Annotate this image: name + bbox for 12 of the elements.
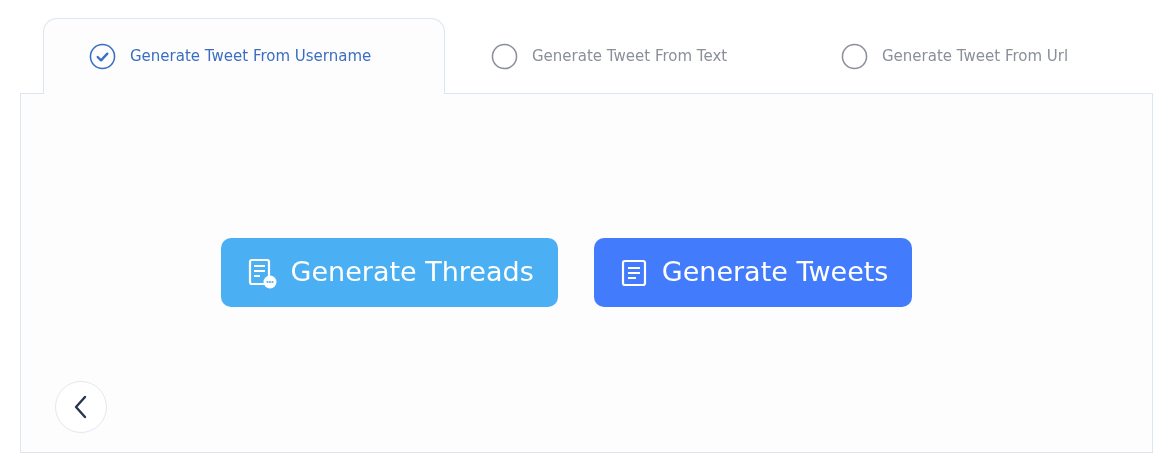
chevron-left-icon <box>74 395 88 419</box>
back-button[interactable] <box>55 381 107 433</box>
document-chat-icon <box>246 256 277 289</box>
tab[interactable]: Generate Tweet From Username <box>43 18 445 94</box>
generate-button[interactable]: Generate Threads <box>220 238 558 307</box>
check-circle-icon <box>89 43 116 70</box>
document-icon <box>619 257 648 288</box>
tab[interactable]: Generate Tweet From Text <box>445 18 795 93</box>
radio-circle-icon <box>841 42 868 70</box>
radio-circle-icon <box>491 42 518 70</box>
tab[interactable]: Generate Tweet From Url <box>795 18 1115 93</box>
generate-button[interactable]: Generate Tweets <box>593 238 913 307</box>
